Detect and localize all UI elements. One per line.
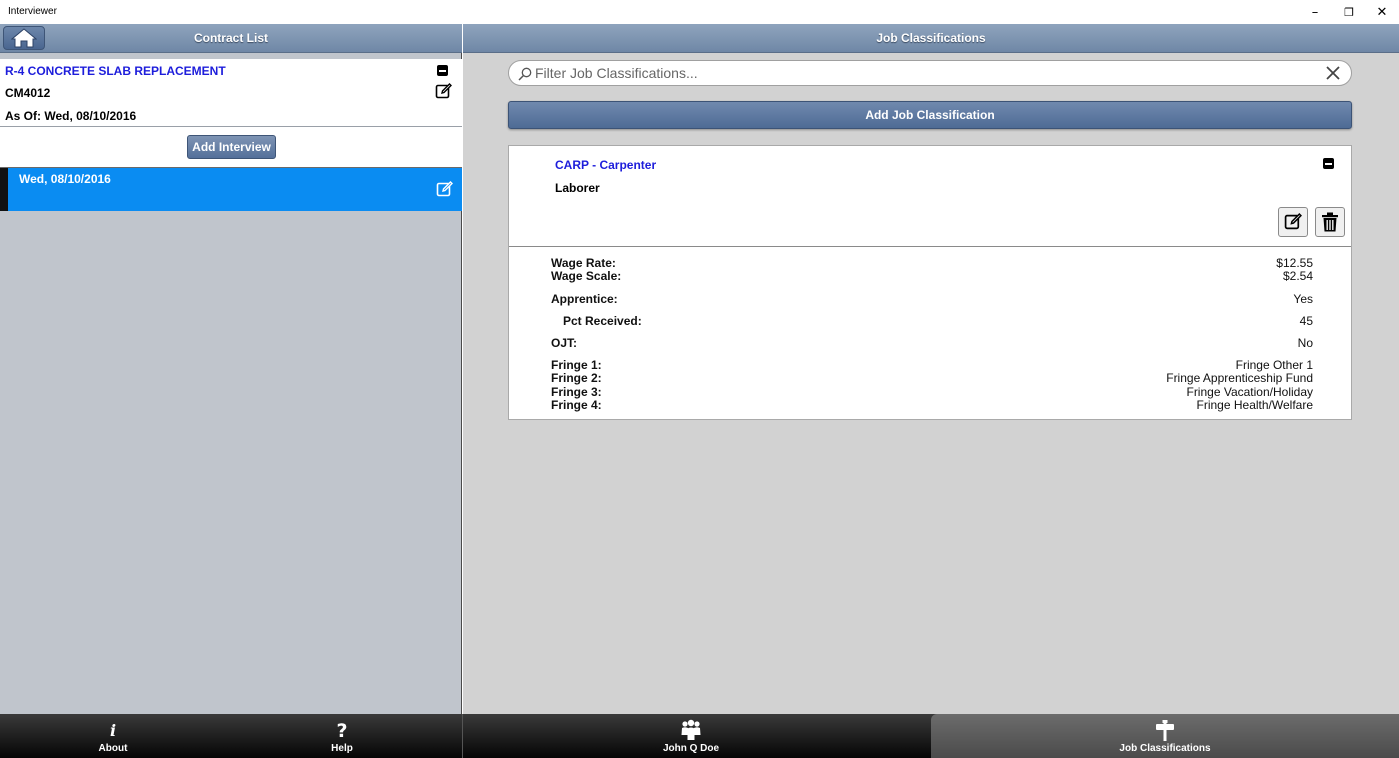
- fringe-1-value: Fringe Other 1: [1235, 358, 1313, 372]
- interview-date: Wed, 08/10/2016: [19, 172, 111, 186]
- wage-scale-row: Wage Scale: $2.54: [551, 269, 1313, 283]
- add-interview-row: Add Interview: [0, 127, 462, 168]
- svg-text:i: i: [110, 721, 116, 739]
- fringe-4-row: Fringe 4: Fringe Health/Welfare: [551, 398, 1313, 412]
- wage-rate-value: $12.55: [1276, 256, 1313, 270]
- fringe-2-value: Fringe Apprenticeship Fund: [1166, 371, 1313, 385]
- minimize-button[interactable]: –: [1298, 0, 1332, 24]
- fringe-1-row: Fringe 1: Fringe Other 1: [551, 358, 1313, 372]
- job-classification-title[interactable]: CARP - Carpenter: [555, 158, 656, 172]
- signpost-icon: [1155, 719, 1175, 741]
- tab-help[interactable]: ? Help: [287, 714, 397, 758]
- ojt-value: No: [1297, 336, 1313, 350]
- fringe-3-label: Fringe 3:: [551, 385, 602, 399]
- fringe-2-label: Fringe 2:: [551, 371, 602, 385]
- bottom-nav-bar: i About ? Help John Q Doe Job Classifica…: [0, 714, 1399, 758]
- wage-rate-label: Wage Rate:: [551, 256, 616, 270]
- job-classification-subtitle: Laborer: [555, 181, 600, 195]
- user-group-icon: [680, 719, 702, 741]
- window-title-bar: Interviewer – ❐ ✕: [0, 0, 1399, 24]
- contract-as-of-date: As Of: Wed, 08/10/2016: [5, 109, 137, 123]
- tab-help-label: Help: [331, 743, 353, 754]
- contract-list-header: Contract List: [0, 24, 462, 53]
- search-icon: [518, 67, 532, 81]
- info-icon: i: [107, 719, 119, 741]
- wage-scale-label: Wage Scale:: [551, 269, 622, 283]
- filter-job-classifications-input[interactable]: [535, 64, 1315, 82]
- tab-user-label: John Q Doe: [662, 743, 720, 754]
- apprentice-label: Apprentice:: [551, 292, 618, 306]
- pct-received-label: Pct Received:: [563, 314, 642, 328]
- contract-list-title: Contract List: [193, 31, 268, 45]
- wage-rate-row: Wage Rate: $12.55: [551, 256, 1313, 270]
- collapse-contract-icon[interactable]: [437, 65, 448, 76]
- contract-list-panel: Contract List R-4 CONCRETE SLAB REPLACEM…: [0, 24, 462, 714]
- edit-interview-icon[interactable]: [436, 181, 453, 198]
- fringe-3-value: Fringe Vacation/Holiday: [1186, 385, 1313, 399]
- collapse-job-classification-icon[interactable]: [1323, 158, 1334, 169]
- add-job-classification-button[interactable]: Add Job Classification: [508, 101, 1352, 129]
- job-classification-card: CARP - Carpenter Laborer Wage Rate: $12.…: [508, 145, 1352, 420]
- tab-about-label: About: [98, 743, 128, 754]
- apprentice-value: Yes: [1293, 292, 1313, 306]
- tab-job-classifications[interactable]: Job Classifications: [931, 714, 1399, 758]
- add-interview-button[interactable]: Add Interview: [187, 135, 276, 159]
- window-title: Interviewer: [8, 6, 57, 17]
- fringe-4-label: Fringe 4:: [551, 398, 602, 412]
- job-classifications-header: Job Classifications: [463, 24, 1399, 53]
- clear-filter-icon[interactable]: [1326, 66, 1340, 80]
- pct-received-row: Pct Received: 45: [551, 314, 1313, 328]
- interview-list-item[interactable]: Wed, 08/10/2016: [0, 168, 462, 211]
- tab-about[interactable]: i About: [58, 714, 168, 758]
- contract-card[interactable]: R-4 CONCRETE SLAB REPLACEMENT CM4012 As …: [0, 59, 462, 127]
- fringe-3-row: Fringe 3: Fringe Vacation/Holiday: [551, 385, 1313, 399]
- apprentice-row: Apprentice: Yes: [551, 292, 1313, 306]
- edit-icon: [1284, 213, 1302, 230]
- pct-received-value: 45: [1299, 314, 1313, 328]
- job-classifications-panel: Job Classifications Add Job Classificati…: [463, 24, 1399, 714]
- contract-name[interactable]: R-4 CONCRETE SLAB REPLACEMENT: [5, 64, 226, 78]
- close-window-button[interactable]: ✕: [1365, 0, 1399, 24]
- fringe-2-row: Fringe 2: Fringe Apprenticeship Fund: [551, 371, 1313, 385]
- edit-contract-icon[interactable]: [435, 83, 452, 100]
- bottom-divider: [462, 714, 463, 758]
- edit-job-classification-button[interactable]: [1278, 207, 1308, 237]
- tab-job-classifications-label: Job Classifications: [1119, 743, 1211, 754]
- contract-number: CM4012: [5, 86, 51, 100]
- svg-text:?: ?: [336, 720, 347, 740]
- ojt-row: OJT: No: [551, 336, 1313, 350]
- ojt-label: OJT:: [551, 336, 578, 350]
- question-mark-icon: ?: [334, 719, 350, 741]
- tab-user[interactable]: John Q Doe: [614, 714, 768, 758]
- fringe-4-value: Fringe Health/Welfare: [1196, 398, 1314, 412]
- card-divider: [509, 246, 1351, 247]
- maximize-button[interactable]: ❐: [1332, 0, 1366, 24]
- job-classifications-title: Job Classifications: [876, 31, 986, 45]
- trash-icon: [1322, 212, 1338, 232]
- wage-scale-value: $2.54: [1282, 269, 1313, 283]
- filter-box: [508, 60, 1352, 86]
- fringe-1-label: Fringe 1:: [551, 358, 602, 372]
- delete-job-classification-button[interactable]: [1315, 207, 1345, 237]
